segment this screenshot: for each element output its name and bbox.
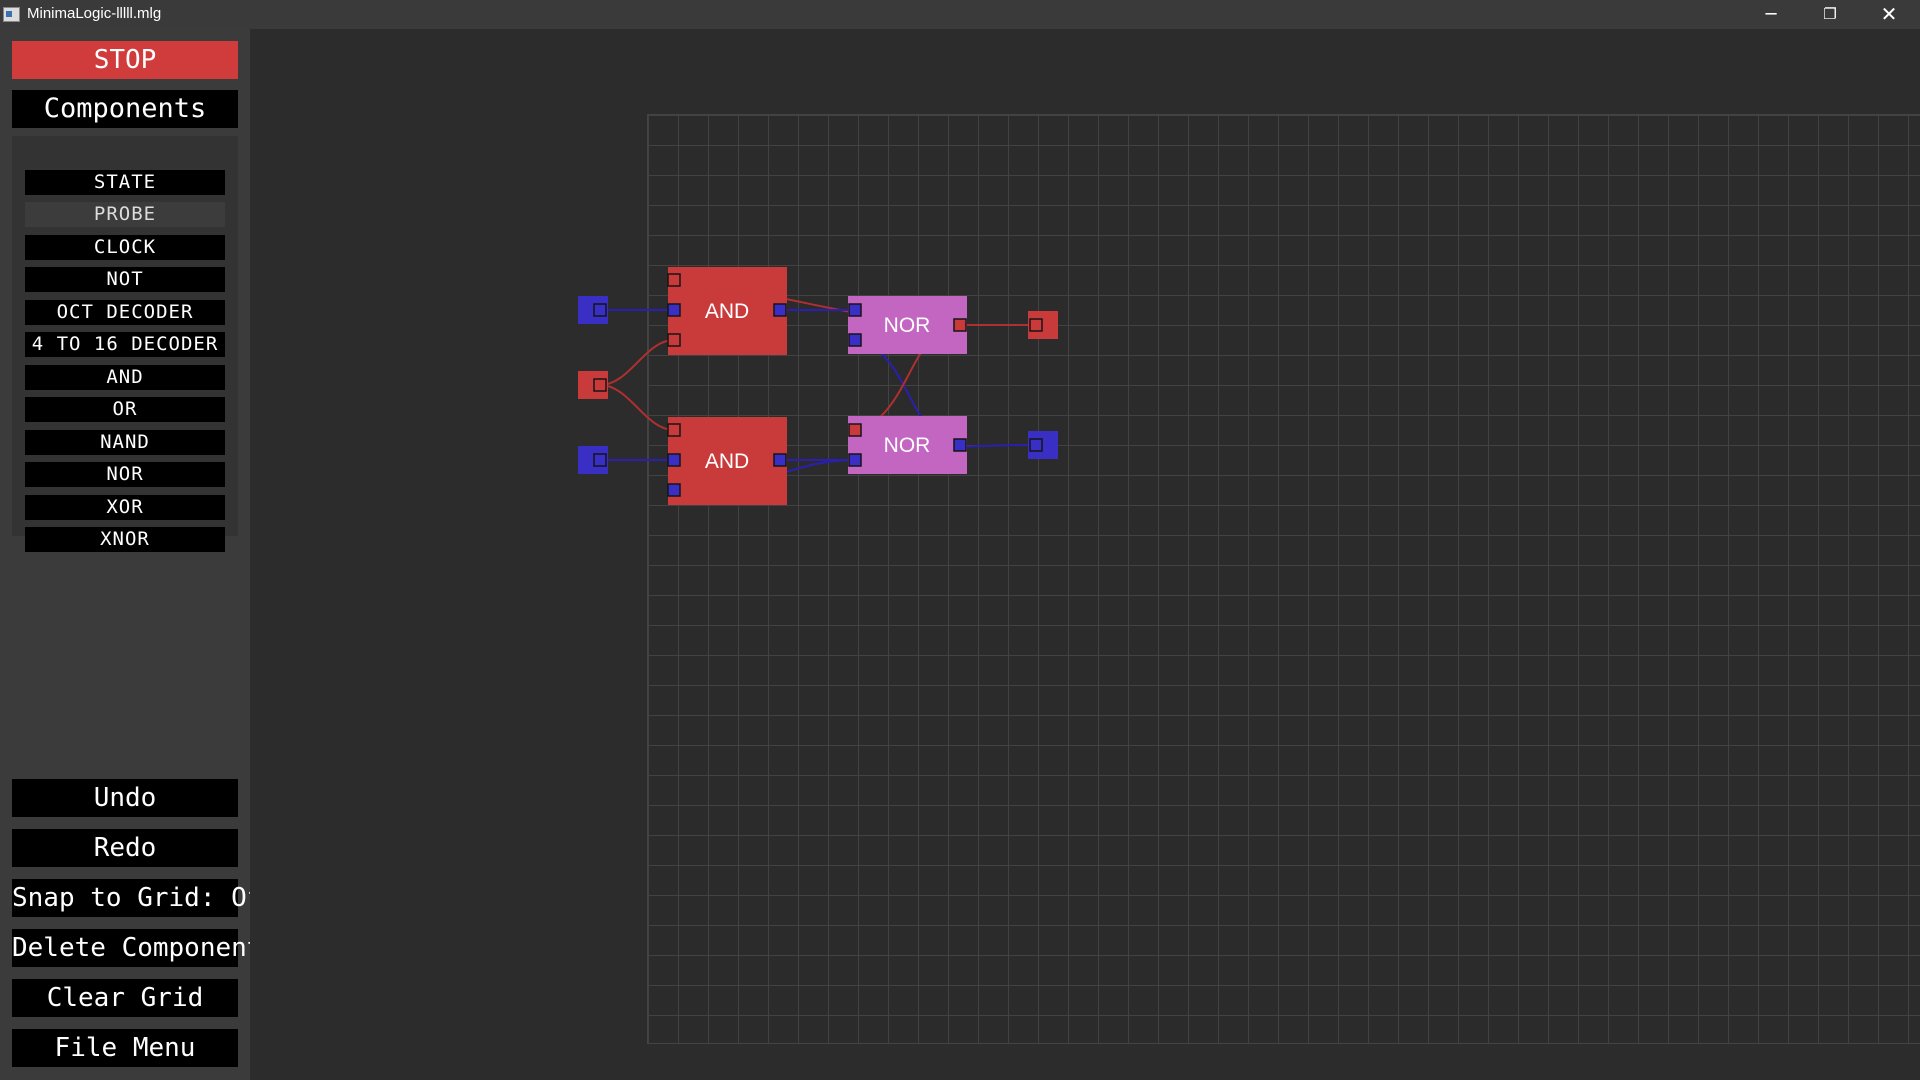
component-or[interactable]: OR: [25, 397, 225, 422]
redo-button[interactable]: Redo: [12, 829, 238, 867]
output-pin[interactable]: [593, 303, 607, 317]
title-bar: MinimaLogic-lllll.mlg ─ ❐ ✕: [0, 0, 1920, 29]
components-header[interactable]: Components: [12, 90, 238, 128]
output-pin[interactable]: [773, 453, 787, 467]
component-nor[interactable]: NOR: [25, 462, 225, 487]
input-pin[interactable]: [848, 303, 862, 317]
component-4-to-16-decoder[interactable]: 4 TO 16 DECODER: [25, 332, 225, 357]
output-pin[interactable]: [773, 303, 787, 317]
window-title: MinimaLogic-lllll.mlg: [27, 5, 162, 22]
input-pin[interactable]: [667, 333, 681, 347]
delete-component-button[interactable]: Delete Component: [12, 929, 262, 967]
input-pin[interactable]: [667, 453, 681, 467]
component-nand[interactable]: NAND: [25, 430, 225, 455]
input-pin[interactable]: [667, 483, 681, 497]
component-clock[interactable]: CLOCK: [25, 235, 225, 260]
components-list: STATE PROBE CLOCK NOT OCT DECODER 4 TO 1…: [12, 136, 238, 552]
snap-to-grid-toggle[interactable]: Snap to Grid: Off: [12, 879, 278, 917]
output-pin[interactable]: [593, 378, 607, 392]
restore-icon[interactable]: ❐: [1801, 0, 1859, 29]
minimize-icon[interactable]: ─: [1742, 0, 1800, 29]
gate-label: NOR: [884, 314, 931, 337]
component-xor[interactable]: XOR: [25, 495, 225, 520]
component-oct-decoder[interactable]: OCT DECODER: [25, 300, 225, 325]
stop-button[interactable]: STOP: [12, 41, 238, 79]
app-icon: [3, 7, 20, 22]
component-state[interactable]: STATE: [25, 170, 225, 195]
component-and[interactable]: AND: [25, 365, 225, 390]
input-pin[interactable]: [667, 423, 681, 437]
input-pin[interactable]: [1029, 318, 1043, 332]
input-pin[interactable]: [1029, 438, 1043, 452]
output-pin[interactable]: [953, 438, 967, 452]
circuit-diagram: AND AND NOR NOR: [578, 267, 1058, 505]
output-pin[interactable]: [953, 318, 967, 332]
close-icon[interactable]: ✕: [1860, 0, 1918, 29]
sidebar: STOP Components STATE PROBE CLOCK NOT OC…: [0, 29, 278, 1080]
input-pin[interactable]: [848, 453, 862, 467]
file-menu-button[interactable]: File Menu: [12, 1029, 238, 1067]
component-probe[interactable]: PROBE: [25, 202, 225, 227]
component-xnor[interactable]: XNOR: [25, 527, 225, 552]
gate-label: AND: [705, 300, 749, 323]
gate-label: AND: [705, 450, 749, 473]
input-pin[interactable]: [667, 273, 681, 287]
component-not[interactable]: NOT: [25, 267, 225, 292]
wire: [599, 339, 675, 386]
output-pin[interactable]: [593, 453, 607, 467]
clear-grid-button[interactable]: Clear Grid: [12, 979, 238, 1017]
undo-button[interactable]: Undo: [12, 779, 238, 817]
input-pin[interactable]: [848, 333, 862, 347]
gate-label: NOR: [884, 434, 931, 457]
wire: [599, 384, 675, 431]
input-pin[interactable]: [667, 303, 681, 317]
canvas-area: AND AND NOR NOR: [250, 29, 1920, 1080]
input-pin[interactable]: [848, 423, 862, 437]
